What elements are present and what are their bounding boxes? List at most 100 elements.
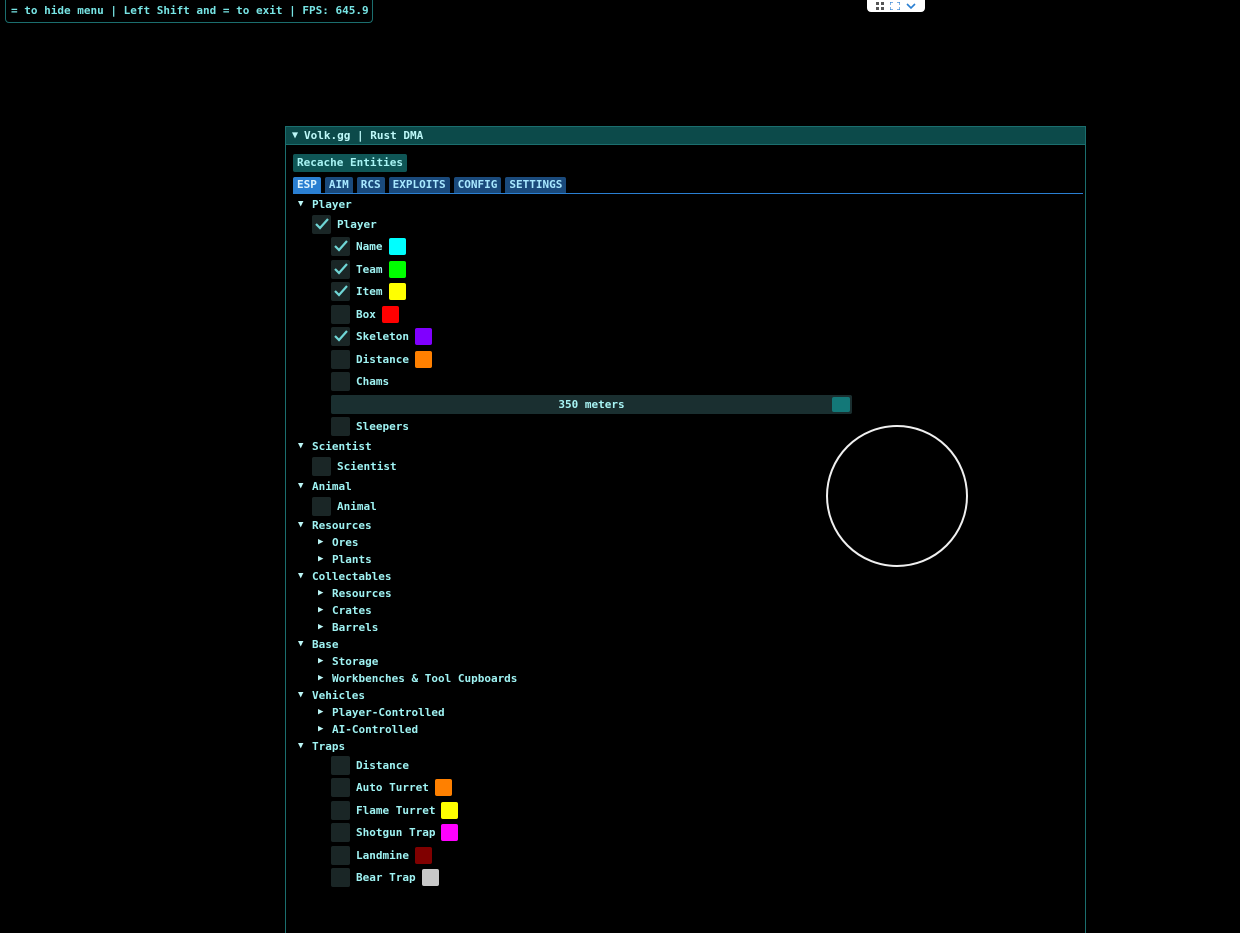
collapsed-arrow-icon: ▶ [318, 673, 324, 683]
checkbox[interactable] [331, 755, 350, 775]
slider-handle[interactable] [832, 397, 850, 412]
checkbox[interactable] [331, 800, 350, 820]
section-header-animal[interactable]: ▼ Animal [298, 477, 352, 495]
slider-value: 350 meters [558, 398, 625, 411]
section-header-resources[interactable]: ▼ Resources [298, 516, 372, 534]
tree-item-storage[interactable]: ▶ Storage [318, 652, 378, 670]
section-header-player[interactable]: ▼ Player [298, 195, 352, 213]
checkbox-label: Chams [356, 374, 390, 388]
color-swatch[interactable] [388, 260, 406, 278]
collapsed-arrow-icon: ▶ [318, 554, 324, 564]
color-swatch[interactable] [388, 237, 406, 255]
checkbox-label: Team [356, 262, 383, 276]
checkbox[interactable] [331, 259, 350, 279]
trap-option-auto-turret[interactable]: Auto Turret [331, 777, 452, 797]
section-header-scientist[interactable]: ▼ Scientist [298, 437, 372, 455]
recache-entities-button[interactable]: Recache Entities [293, 154, 407, 172]
trap-option-distance[interactable]: Distance [331, 755, 409, 775]
section-title: Vehicles [312, 688, 365, 702]
option-sleepers[interactable]: Sleepers [331, 416, 409, 436]
grid-icon[interactable] [876, 2, 884, 10]
option-distance[interactable]: Distance [331, 349, 432, 369]
checkbox-label: Landmine [356, 848, 409, 862]
tree-item-ores[interactable]: ▶ Ores [318, 533, 359, 551]
animal-toggle[interactable]: Animal [312, 496, 377, 516]
tree-item-crates[interactable]: ▶ Crates [318, 601, 372, 619]
checkbox[interactable] [331, 236, 350, 256]
option-skeleton[interactable]: Skeleton [331, 326, 432, 346]
window-titlebar[interactable]: ▼ Volk.gg | Rust DMA [286, 127, 1085, 145]
checkbox[interactable] [312, 496, 331, 516]
fov-circle [826, 425, 968, 567]
collapsed-arrow-icon: ▶ [318, 622, 324, 632]
checkbox[interactable] [331, 349, 350, 369]
section-header-traps[interactable]: ▼ Traps [298, 737, 345, 755]
distance-slider[interactable]: 350 meters [331, 395, 852, 414]
checkbox[interactable] [331, 416, 350, 436]
checkbox[interactable] [331, 281, 350, 301]
checkbox[interactable] [331, 867, 350, 887]
checkmark-icon [333, 240, 348, 252]
color-swatch[interactable] [441, 801, 459, 819]
color-swatch[interactable] [388, 282, 406, 300]
tab-rcs[interactable]: RCS [356, 177, 385, 193]
checkbox-label: Shotgun Trap [356, 825, 436, 839]
color-swatch[interactable] [414, 846, 432, 864]
option-team[interactable]: Team [331, 259, 406, 279]
checkbox[interactable] [331, 777, 350, 797]
tab-exploits[interactable]: EXPLOITS [388, 177, 450, 193]
tree-item-label: Plants [332, 552, 372, 566]
section-header-collectables[interactable]: ▼ Collectables [298, 567, 391, 585]
trap-option-bear-trap[interactable]: Bear Trap [331, 867, 439, 887]
window-title: Volk.gg | Rust DMA [304, 129, 424, 142]
tab-aim[interactable]: AIM [324, 177, 353, 193]
checkbox-label: Flame Turret [356, 803, 436, 817]
checkbox[interactable] [331, 371, 350, 391]
tree-item-barrels[interactable]: ▶ Barrels [318, 618, 378, 636]
checkmark-icon [314, 218, 329, 230]
section-title: Resources [312, 518, 372, 532]
option-name[interactable]: Name [331, 236, 406, 256]
color-swatch[interactable] [441, 823, 459, 841]
color-swatch[interactable] [421, 868, 439, 886]
tree-item-workbenches[interactable]: ▶ Workbenches & Tool Cupboards [318, 669, 517, 687]
expanded-arrow-icon: ▼ [298, 520, 304, 530]
color-swatch[interactable] [434, 778, 452, 796]
color-swatch[interactable] [381, 305, 399, 323]
section-title: Collectables [312, 569, 392, 583]
color-swatch[interactable] [414, 350, 432, 368]
color-swatch[interactable] [414, 327, 432, 345]
checkbox[interactable] [331, 822, 350, 842]
scientist-toggle[interactable]: Scientist [312, 456, 397, 476]
section-header-vehicles[interactable]: ▼ Vehicles [298, 686, 365, 704]
tree-item-resources[interactable]: ▶ Resources [318, 584, 392, 602]
checkbox[interactable] [331, 845, 350, 865]
trap-option-landmine[interactable]: Landmine [331, 845, 432, 865]
tree-item-player-controlled[interactable]: ▶ Player-Controlled [318, 703, 445, 721]
trap-option-flame-turret[interactable]: Flame Turret [331, 800, 459, 820]
tab-esp[interactable]: ESP [293, 177, 321, 193]
checkbox[interactable] [331, 304, 350, 324]
tab-underline [293, 193, 1083, 194]
checkbox[interactable] [312, 456, 331, 476]
chevron-down-icon[interactable] [906, 2, 916, 10]
floating-toolbar[interactable] [867, 0, 925, 12]
expanded-arrow-icon: ▼ [298, 199, 304, 209]
option-chams[interactable]: Chams [331, 371, 390, 391]
fullscreen-icon[interactable] [890, 2, 900, 10]
checkbox[interactable] [312, 214, 331, 234]
tab-settings[interactable]: SETTINGS [505, 177, 567, 193]
option-item[interactable]: Item [331, 281, 406, 301]
tree-item-ai-controlled[interactable]: ▶ AI-Controlled [318, 720, 418, 738]
trap-option-shotgun-trap[interactable]: Shotgun Trap [331, 822, 459, 842]
option-box[interactable]: Box [331, 304, 399, 324]
player-toggle[interactable]: Player [312, 214, 377, 234]
tree-item-label: Barrels [332, 620, 379, 634]
tree-item-label: Workbenches & Tool Cupboards [332, 671, 518, 685]
tab-config[interactable]: CONFIG [453, 177, 502, 193]
collapse-triangle-icon[interactable]: ▼ [292, 130, 298, 141]
section-title: Base [312, 637, 339, 651]
section-header-base[interactable]: ▼ Base [298, 635, 339, 653]
tree-item-plants[interactable]: ▶ Plants [318, 550, 372, 568]
checkbox[interactable] [331, 326, 350, 346]
